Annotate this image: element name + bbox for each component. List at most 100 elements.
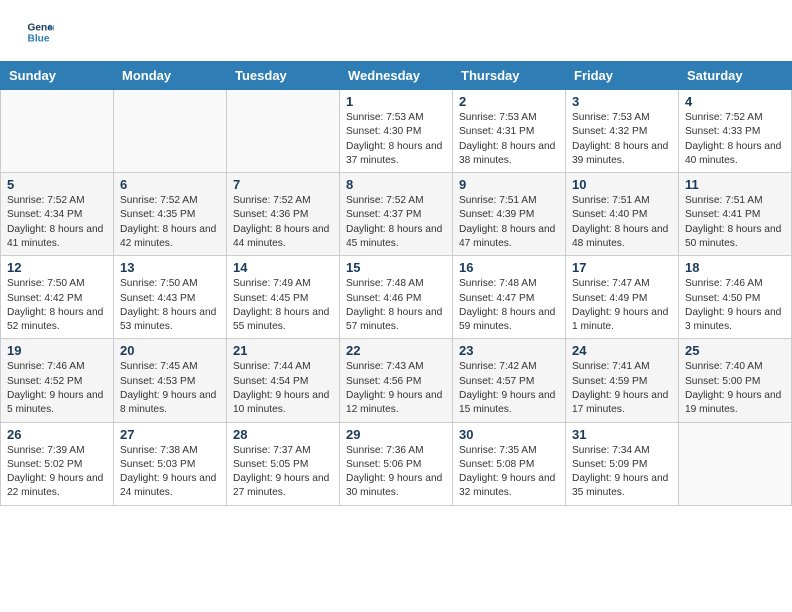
- calendar-cell: 17 Sunrise: 7:47 AMSunset: 4:49 PMDayligh…: [566, 256, 679, 339]
- day-number: 16: [459, 260, 559, 275]
- calendar-cell: 12 Sunrise: 7:50 AMSunset: 4:42 PMDayligh…: [1, 256, 114, 339]
- calendar-cell: 29 Sunrise: 7:36 AMSunset: 5:06 PMDayligh…: [340, 422, 453, 505]
- calendar-cell: 11Sunrise: 7:51 AMSunset: 4:41 PMDayligh…: [679, 173, 792, 256]
- svg-text:Blue: Blue: [28, 33, 50, 44]
- calendar-cell: 16 Sunrise: 7:48 AMSunset: 4:47 PMDayligh…: [453, 256, 566, 339]
- day-info: Sunrise: 7:52 AMSunset: 4:35 PMDaylight:…: [120, 194, 220, 251]
- day-number: 31: [572, 427, 672, 442]
- day-info: Sunrise: 7:52 AMSunset: 4:34 PMDaylight:…: [7, 194, 107, 251]
- calendar-cell: 15 Sunrise: 7:48 AMSunset: 4:46 PMDayligh…: [340, 256, 453, 339]
- day-number: 17: [572, 260, 672, 275]
- day-number: 13: [120, 260, 220, 275]
- calendar-cell: 13 Sunrise: 7:50 AMSunset: 4:43 PMDayligh…: [114, 256, 227, 339]
- calendar-cell: 5 Sunrise: 7:52 AMSunset: 4:34 PMDaylight…: [1, 173, 114, 256]
- calendar-week-1: 1Sunrise: 7:53 AMSunset: 4:30 PMDaylight…: [1, 90, 792, 173]
- calendar-cell: 4 Sunrise: 7:52 AMSunset: 4:33 PMDaylight…: [679, 90, 792, 173]
- day-number: 6: [120, 177, 220, 192]
- day-number: 5: [7, 177, 107, 192]
- calendar-cell: 7 Sunrise: 7:52 AMSunset: 4:36 PMDaylight…: [227, 173, 340, 256]
- calendar-cell: [1, 90, 114, 173]
- calendar-cell: [679, 422, 792, 505]
- day-number: 21: [233, 343, 333, 358]
- calendar-cell: [227, 90, 340, 173]
- day-number: 29: [346, 427, 446, 442]
- day-number: 27: [120, 427, 220, 442]
- day-number: 4: [685, 94, 785, 109]
- day-number: 12: [7, 260, 107, 275]
- day-info: Sunrise: 7:36 AMSunset: 5:06 PMDaylight:…: [346, 444, 446, 501]
- day-info: Sunrise: 7:52 AMSunset: 4:33 PMDaylight:…: [685, 111, 785, 168]
- logo-icon: General Blue: [26, 18, 54, 46]
- day-info: Sunrise: 7:51 AMSunset: 4:39 PMDaylight:…: [459, 194, 559, 251]
- day-number: 3: [572, 94, 672, 109]
- calendar-week-5: 26 Sunrise: 7:39 AMSunset: 5:02 PMDayligh…: [1, 422, 792, 505]
- calendar-cell: 27 Sunrise: 7:38 AMSunset: 5:03 PMDayligh…: [114, 422, 227, 505]
- day-info: Sunrise: 7:53 AMSunset: 4:30 PMDaylight:…: [346, 111, 446, 168]
- day-info: Sunrise: 7:44 AMSunset: 4:54 PMDaylight:…: [233, 360, 333, 417]
- calendar-header-row: SundayMondayTuesdayWednesdayThursdayFrid…: [1, 62, 792, 90]
- day-info: Sunrise: 7:41 AMSunset: 4:59 PMDaylight:…: [572, 360, 672, 417]
- day-info: Sunrise: 7:34 AMSunset: 5:09 PMDaylight:…: [572, 444, 672, 501]
- day-info: Sunrise: 7:43 AMSunset: 4:56 PMDaylight:…: [346, 360, 446, 417]
- day-number: 10: [572, 177, 672, 192]
- day-number: 22: [346, 343, 446, 358]
- day-number: 9: [459, 177, 559, 192]
- day-info: Sunrise: 7:37 AMSunset: 5:05 PMDaylight:…: [233, 444, 333, 501]
- day-number: 23: [459, 343, 559, 358]
- calendar-cell: 8Sunrise: 7:52 AMSunset: 4:37 PMDaylight…: [340, 173, 453, 256]
- day-info: Sunrise: 7:53 AMSunset: 4:31 PMDaylight:…: [459, 111, 559, 168]
- weekday-header-wednesday: Wednesday: [340, 62, 453, 90]
- day-info: Sunrise: 7:51 AMSunset: 4:40 PMDaylight:…: [572, 194, 672, 251]
- day-number: 14: [233, 260, 333, 275]
- calendar-cell: 26 Sunrise: 7:39 AMSunset: 5:02 PMDayligh…: [1, 422, 114, 505]
- day-number: 26: [7, 427, 107, 442]
- calendar-cell: 20Sunrise: 7:45 AMSunset: 4:53 PMDayligh…: [114, 339, 227, 422]
- day-number: 7: [233, 177, 333, 192]
- calendar-cell: 6 Sunrise: 7:52 AMSunset: 4:35 PMDaylight…: [114, 173, 227, 256]
- weekday-header-thursday: Thursday: [453, 62, 566, 90]
- calendar-cell: 31 Sunrise: 7:34 AMSunset: 5:09 PMDayligh…: [566, 422, 679, 505]
- calendar-cell: 1Sunrise: 7:53 AMSunset: 4:30 PMDaylight…: [340, 90, 453, 173]
- day-info: Sunrise: 7:51 AMSunset: 4:41 PMDaylight:…: [685, 194, 785, 251]
- weekday-header-friday: Friday: [566, 62, 679, 90]
- calendar-cell: 3 Sunrise: 7:53 AMSunset: 4:32 PMDaylight…: [566, 90, 679, 173]
- calendar-body: 1Sunrise: 7:53 AMSunset: 4:30 PMDaylight…: [1, 90, 792, 506]
- day-info: Sunrise: 7:46 AMSunset: 4:52 PMDaylight:…: [7, 360, 107, 417]
- day-number: 18: [685, 260, 785, 275]
- day-info: Sunrise: 7:46 AMSunset: 4:50 PMDaylight:…: [685, 277, 785, 334]
- calendar-cell: 30Sunrise: 7:35 AMSunset: 5:08 PMDayligh…: [453, 422, 566, 505]
- calendar-cell: 23 Sunrise: 7:42 AMSunset: 4:57 PMDayligh…: [453, 339, 566, 422]
- page-header: General Blue: [0, 0, 792, 61]
- calendar-cell: 10 Sunrise: 7:51 AMSunset: 4:40 PMDayligh…: [566, 173, 679, 256]
- calendar-cell: 25 Sunrise: 7:40 AMSunset: 5:00 PMDayligh…: [679, 339, 792, 422]
- day-info: Sunrise: 7:50 AMSunset: 4:43 PMDaylight:…: [120, 277, 220, 334]
- day-info: Sunrise: 7:52 AMSunset: 4:36 PMDaylight:…: [233, 194, 333, 251]
- day-info: Sunrise: 7:42 AMSunset: 4:57 PMDaylight:…: [459, 360, 559, 417]
- day-info: Sunrise: 7:38 AMSunset: 5:03 PMDaylight:…: [120, 444, 220, 501]
- calendar-cell: 22 Sunrise: 7:43 AMSunset: 4:56 PMDayligh…: [340, 339, 453, 422]
- weekday-header-tuesday: Tuesday: [227, 62, 340, 90]
- weekday-header-saturday: Saturday: [679, 62, 792, 90]
- calendar-cell: 24Sunrise: 7:41 AMSunset: 4:59 PMDayligh…: [566, 339, 679, 422]
- day-info: Sunrise: 7:52 AMSunset: 4:37 PMDaylight:…: [346, 194, 446, 251]
- calendar-table: SundayMondayTuesdayWednesdayThursdayFrid…: [0, 61, 792, 506]
- day-number: 15: [346, 260, 446, 275]
- day-info: Sunrise: 7:39 AMSunset: 5:02 PMDaylight:…: [7, 444, 107, 501]
- calendar-week-3: 12 Sunrise: 7:50 AMSunset: 4:42 PMDayligh…: [1, 256, 792, 339]
- day-info: Sunrise: 7:40 AMSunset: 5:00 PMDaylight:…: [685, 360, 785, 417]
- day-number: 2: [459, 94, 559, 109]
- day-number: 19: [7, 343, 107, 358]
- calendar-cell: [114, 90, 227, 173]
- calendar-cell: 18 Sunrise: 7:46 AMSunset: 4:50 PMDayligh…: [679, 256, 792, 339]
- day-info: Sunrise: 7:53 AMSunset: 4:32 PMDaylight:…: [572, 111, 672, 168]
- day-info: Sunrise: 7:47 AMSunset: 4:49 PMDaylight:…: [572, 277, 672, 334]
- day-info: Sunrise: 7:50 AMSunset: 4:42 PMDaylight:…: [7, 277, 107, 334]
- day-info: Sunrise: 7:45 AMSunset: 4:53 PMDaylight:…: [120, 360, 220, 417]
- day-info: Sunrise: 7:35 AMSunset: 5:08 PMDaylight:…: [459, 444, 559, 501]
- logo: General Blue: [24, 18, 58, 51]
- calendar-cell: 28 Sunrise: 7:37 AMSunset: 5:05 PMDayligh…: [227, 422, 340, 505]
- day-number: 25: [685, 343, 785, 358]
- day-info: Sunrise: 7:48 AMSunset: 4:47 PMDaylight:…: [459, 277, 559, 334]
- day-number: 28: [233, 427, 333, 442]
- day-info: Sunrise: 7:48 AMSunset: 4:46 PMDaylight:…: [346, 277, 446, 334]
